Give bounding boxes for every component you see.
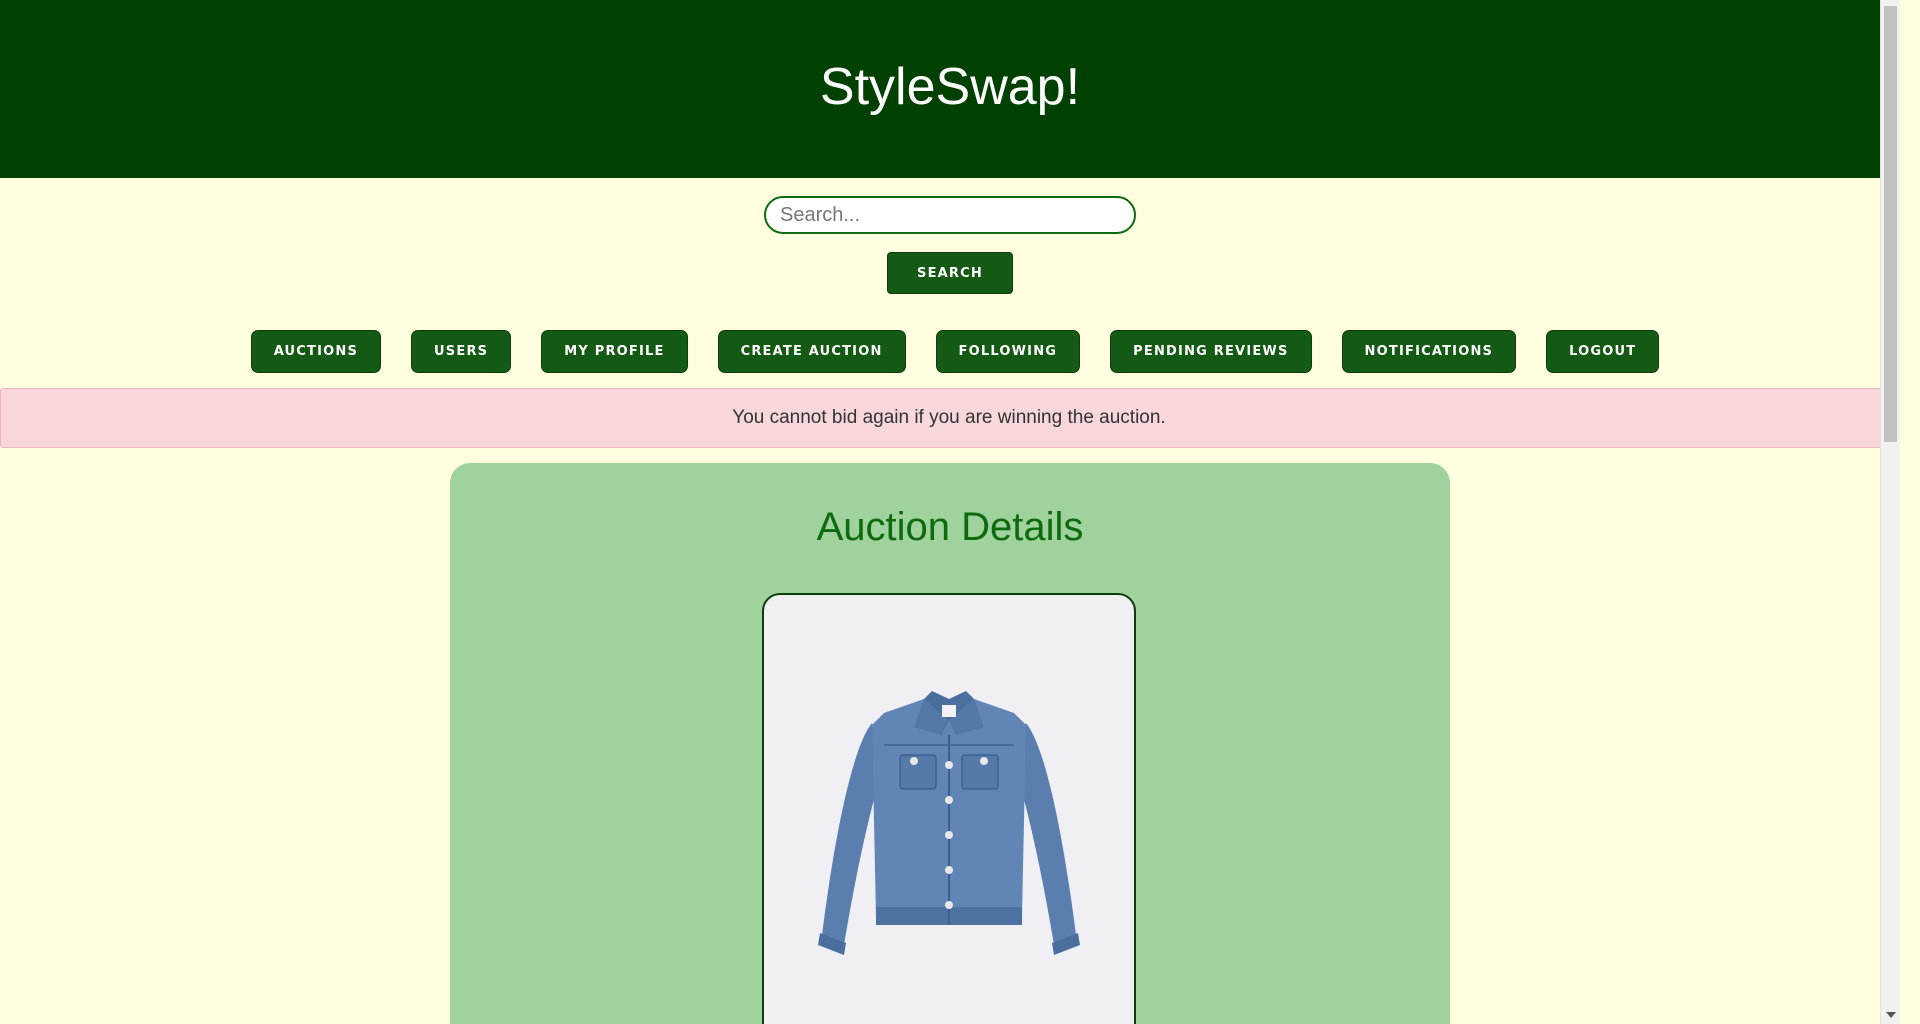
nav-users-button[interactable]: USERS: [411, 330, 512, 373]
page: StyleSwap! SEARCH AUCTIONS USERS MY PROF…: [0, 0, 1900, 1024]
scroll-down-arrow-icon[interactable]: [1886, 1012, 1896, 1018]
denim-jacket-icon: [818, 691, 1080, 955]
nav-following-button[interactable]: FOLLOWING: [935, 330, 1081, 373]
search-button[interactable]: SEARCH: [887, 252, 1013, 294]
error-alert: You cannot bid again if you are winning …: [0, 388, 1898, 448]
nav-pending-reviews-button[interactable]: PENDING REVIEWS: [1110, 330, 1312, 373]
nav-create-auction-button[interactable]: CREATE AUCTION: [717, 330, 906, 373]
auction-details-heading: Auction Details: [816, 505, 1084, 549]
nav-my-profile-button[interactable]: MY PROFILE: [541, 330, 688, 373]
alert-message: You cannot bid again if you are winning …: [732, 407, 1166, 428]
auction-image: [762, 593, 1136, 1024]
search-input[interactable]: [764, 196, 1136, 234]
nav-logout-button[interactable]: LOGOUT: [1546, 330, 1660, 373]
site-header: StyleSwap!: [0, 0, 1900, 178]
scrollbar-thumb[interactable]: [1884, 6, 1897, 442]
main-nav: AUCTIONS USERS MY PROFILE CREATE AUCTION…: [10, 330, 1900, 373]
nav-auctions-button[interactable]: AUCTIONS: [250, 330, 382, 373]
auction-details-card: Auction Details: [450, 463, 1450, 1024]
nav-notifications-button[interactable]: NOTIFICATIONS: [1341, 330, 1517, 373]
search-section: SEARCH: [0, 178, 1900, 294]
vertical-scrollbar[interactable]: [1880, 0, 1900, 1024]
site-title: StyleSwap!: [819, 58, 1081, 116]
